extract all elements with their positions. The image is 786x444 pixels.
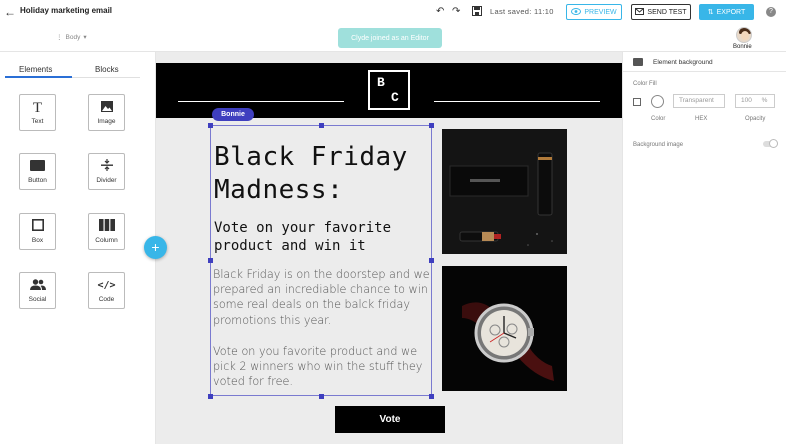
color-swatch[interactable]: [651, 95, 664, 108]
tile-label: Divider: [96, 177, 117, 184]
properties-panel: Element background Color Fill Transparen…: [622, 52, 786, 444]
resize-handle[interactable]: [319, 123, 324, 128]
email-paragraph-2[interactable]: Vote on you favorite product and we pick…: [213, 344, 431, 390]
tab-elements[interactable]: Elements: [19, 65, 52, 74]
background-image-toggle[interactable]: [763, 139, 778, 148]
tile-label: Text: [31, 117, 44, 125]
box-icon: [31, 219, 44, 234]
active-tab-indicator: [5, 76, 72, 78]
export-button[interactable]: ⇅ EXPORT: [699, 4, 754, 20]
properties-title: Element background: [653, 59, 713, 66]
help-icon[interactable]: ?: [766, 7, 776, 17]
hex-input[interactable]: Transparent: [673, 94, 725, 108]
code-icon: </>: [97, 279, 116, 291]
resize-handle[interactable]: [319, 394, 324, 399]
collaboration-banner: Clyde joined as an Editor: [338, 28, 442, 48]
top-toolbar: ← Holiday marketing email ↶ ↷ Last saved…: [0, 0, 786, 24]
color-fill-checkbox[interactable]: [633, 98, 641, 106]
resize-handle[interactable]: [208, 394, 213, 399]
save-icon[interactable]: [472, 6, 482, 21]
header-divider-left: [178, 101, 344, 102]
logo-letter: C: [391, 90, 399, 105]
tile-label: Box: [31, 237, 44, 244]
element-tile-text[interactable]: T Text: [19, 94, 56, 131]
opacity-unit: %: [761, 97, 768, 104]
body-selector-label: Body: [65, 33, 81, 41]
resize-handle[interactable]: [208, 123, 213, 128]
opacity-caption: Opacity: [745, 116, 766, 122]
brand-logo: B C: [368, 70, 410, 110]
image-icon: [100, 100, 113, 115]
email-canvas[interactable]: B C Bonnie Black Friday Madness: Vote on…: [156, 52, 622, 444]
redo-icon[interactable]: ↷: [452, 5, 460, 19]
button-icon: [30, 159, 45, 174]
element-tile-image[interactable]: Image: [88, 94, 125, 131]
vote-button[interactable]: Vote: [335, 406, 445, 433]
send-test-label: SEND TEST: [647, 8, 687, 16]
color-caption: Color: [651, 116, 666, 122]
preview-button[interactable]: PREVIEW: [566, 4, 622, 20]
image-icon: [633, 58, 643, 66]
preview-label: PREVIEW: [584, 8, 617, 16]
text-icon: T: [32, 99, 43, 116]
elements-panel: Elements Blocks T Text Image Button Divi…: [0, 52, 156, 444]
editing-user-tag: Bonnie: [212, 108, 254, 121]
resize-handle[interactable]: [429, 123, 434, 128]
tile-label: Social: [28, 295, 47, 303]
opacity-input[interactable]: 100 %: [735, 94, 775, 108]
element-tile-box[interactable]: Box: [19, 213, 56, 250]
resize-handle[interactable]: [429, 258, 434, 263]
social-icon: [29, 278, 46, 293]
tile-label: Button: [28, 176, 47, 184]
resize-handle[interactable]: [208, 258, 213, 263]
tab-blocks[interactable]: Blocks: [95, 65, 119, 74]
logo-letter: B: [377, 75, 385, 90]
last-saved-text: Last saved: 11:10: [490, 7, 554, 16]
color-fill-label: Color Fill: [633, 81, 657, 87]
divider-icon: [100, 159, 113, 174]
element-tile-social[interactable]: Social: [19, 272, 56, 309]
hex-caption: HEX: [695, 116, 708, 122]
collaborator-avatar[interactable]: [736, 27, 752, 43]
send-test-button[interactable]: SEND TEST: [631, 4, 691, 20]
background-image-label: Background image: [633, 142, 684, 148]
tree-icon: ⋮: [56, 34, 63, 41]
product-image-watch[interactable]: [442, 266, 567, 391]
export-icon: ⇅: [707, 9, 714, 16]
column-icon: [98, 219, 115, 234]
export-label: EXPORT: [716, 8, 746, 16]
product-image-cosmetics[interactable]: [442, 129, 567, 254]
properties-header: Element background: [623, 52, 786, 72]
email-subheading[interactable]: Vote on your favorite product and win it: [214, 219, 429, 255]
opacity-value: 100: [741, 97, 752, 104]
undo-icon[interactable]: ↶: [436, 5, 444, 19]
mail-icon: [635, 7, 645, 17]
resize-handle[interactable]: [429, 394, 434, 399]
element-tile-button[interactable]: Button: [19, 153, 56, 190]
chevron-down-icon: ▾: [83, 34, 87, 41]
tile-label: Code: [98, 295, 115, 303]
collaborator-name: Bonnie: [733, 44, 752, 50]
back-arrow-icon[interactable]: ←: [4, 5, 16, 19]
element-tile-divider[interactable]: Divider: [88, 153, 125, 190]
body-selector[interactable]: ⋮ Body ▾: [56, 33, 87, 42]
header-divider-right: [434, 101, 600, 102]
email-heading[interactable]: Black Friday Madness:: [214, 141, 429, 207]
tile-label: Image: [97, 117, 116, 125]
add-element-button[interactable]: +: [144, 236, 167, 259]
document-title: Holiday marketing email: [20, 6, 113, 15]
tile-label: Column: [95, 237, 118, 244]
email-paragraph-1[interactable]: Black Friday is on the doorstep and we p…: [213, 267, 431, 328]
element-tile-column[interactable]: Column: [88, 213, 125, 250]
element-tile-code[interactable]: </> Code: [88, 272, 125, 309]
eye-icon: [571, 7, 582, 17]
